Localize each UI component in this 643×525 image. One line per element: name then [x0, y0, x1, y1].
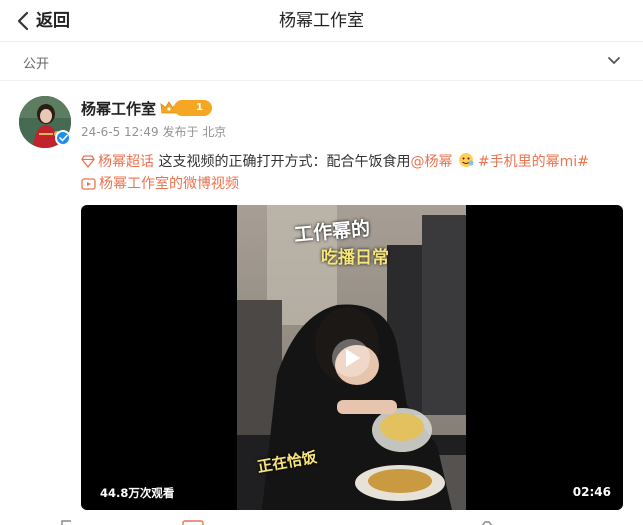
video-icon	[81, 178, 96, 190]
play-icon	[346, 349, 360, 367]
post-source: 发布于 北京	[162, 125, 227, 139]
chevron-down-icon	[608, 57, 620, 64]
diamond-icon	[81, 155, 95, 168]
top-bar: 返回 杨幂工作室	[0, 0, 643, 42]
video-player[interactable]: 工作幂的 吃播日常 正在恰饭 44.8万次观看 02:46	[81, 205, 623, 510]
vip-badge[interactable]: 1	[160, 100, 212, 116]
post-time[interactable]: 24-6-5 12:49	[81, 125, 159, 139]
author-name[interactable]: 杨幂工作室	[81, 99, 156, 119]
supertopic-label: 杨幂超话	[98, 154, 154, 170]
video-source-link[interactable]: 杨幂工作室的微博视频	[81, 176, 239, 192]
video-source-label: 杨幂工作室的微博视频	[99, 176, 239, 192]
visibility-selector[interactable]: 公开	[0, 43, 643, 81]
mention-link[interactable]: @杨幂	[410, 154, 452, 170]
vip-level: 1	[174, 100, 212, 116]
verified-badge-icon	[55, 130, 71, 146]
play-button[interactable]	[332, 339, 370, 377]
hashtag-link[interactable]: #手机里的幂mi#	[478, 154, 589, 170]
page-title: 杨幂工作室	[279, 11, 364, 31]
emoji-icon	[458, 153, 474, 167]
like-icon[interactable]	[480, 519, 494, 525]
comment-icon[interactable]	[182, 519, 204, 525]
video-caption-top-2: 吃播日常	[321, 248, 389, 268]
action-bar	[0, 517, 643, 525]
video-duration: 02:46	[572, 485, 611, 499]
post-meta: 24-6-5 12:49 发布于 北京	[81, 124, 226, 140]
supertopic-link[interactable]: 杨幂超话	[81, 154, 154, 170]
view-count: 44.8万次观看	[100, 486, 175, 500]
post-text: 这支视频的正确打开方式：配合午饭食用	[154, 154, 411, 170]
visibility-label: 公开	[23, 57, 50, 72]
post-content: 杨幂超话 这支视频的正确打开方式：配合午饭食用@杨幂 #手机里的幂mi# 杨幂工…	[81, 151, 631, 195]
repost-icon[interactable]	[60, 519, 74, 525]
